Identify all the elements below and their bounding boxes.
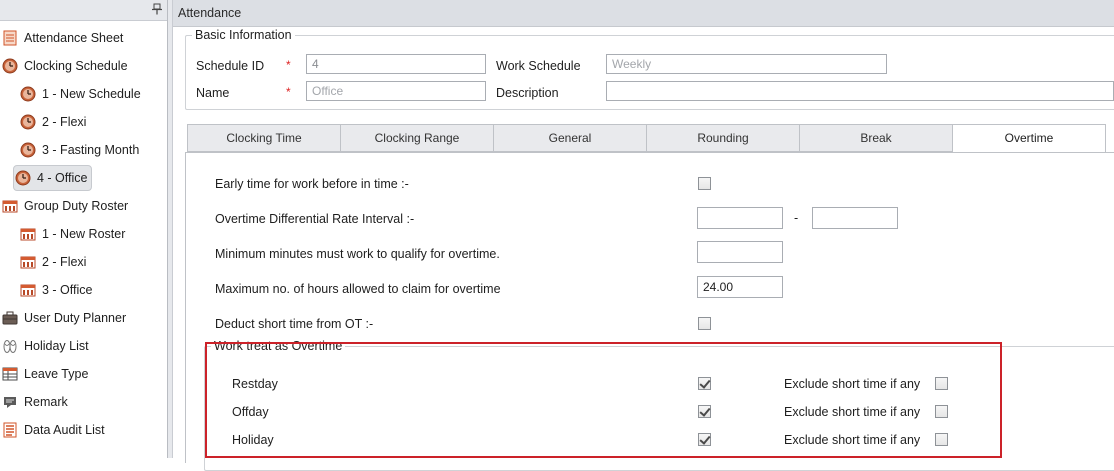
sidebar-item-label: Group Duty Roster (24, 199, 129, 213)
name-field[interactable] (306, 81, 486, 101)
exclude-short-time-label: Exclude short time if any (784, 377, 921, 391)
tab-overtime[interactable]: Overtime (952, 124, 1106, 153)
schedule-id-field[interactable] (306, 54, 486, 74)
clock-icon (20, 86, 36, 102)
sidebar-item-clocking-schedule[interactable]: Clocking Schedule (2, 53, 128, 79)
sidebar-item-group-duty-roster[interactable]: Group Duty Roster (2, 193, 128, 219)
sidebar-item-label: 2 - Flexi (42, 115, 87, 129)
sidebar-item-holiday-list[interactable]: Holiday List (2, 333, 89, 359)
maximum-hours-label: Maximum no. of hours allowed to claim fo… (215, 282, 501, 296)
restday-label: Restday (232, 377, 278, 391)
overtime-differential-label: Overtime Differential Rate Interval :- (215, 212, 415, 226)
minimum-minutes-field[interactable] (697, 241, 783, 263)
early-time-checkbox[interactable] (698, 177, 711, 190)
clock-icon (2, 58, 18, 74)
sidebar-header (0, 0, 167, 21)
overtime-tab-panel: Early time for work before in time :- Ov… (185, 152, 1114, 471)
sidebar-item-label: Attendance Sheet (24, 31, 124, 45)
required-indicator: * (286, 58, 291, 72)
sidebar-item-label: Leave Type (24, 367, 89, 381)
navigation-sidebar: Attendance Sheet Clocking Schedule 1 - N… (0, 0, 168, 458)
roster-icon (20, 284, 36, 297)
sidebar-item-new-schedule[interactable]: 1 - New Schedule (20, 81, 141, 107)
early-time-label: Early time for work before in time :- (215, 177, 409, 191)
sidebar-item-office-schedule[interactable]: 4 - Office (13, 165, 93, 191)
offday-checkbox[interactable] (698, 405, 711, 418)
work-schedule-label: Work Schedule (496, 59, 581, 73)
sidebar-item-label: Clocking Schedule (24, 59, 128, 73)
sidebar-item-label: 2 - Flexi (42, 255, 87, 269)
sidebar-item-new-roster[interactable]: 1 - New Roster (20, 221, 125, 247)
briefcase-icon (2, 311, 18, 325)
tab-rounding[interactable]: Rounding (646, 124, 800, 152)
work-treat-legend: Work treat as Overtime (214, 339, 343, 353)
holiday-label: Holiday (232, 433, 274, 447)
sidebar-item-leave-type[interactable]: Leave Type (2, 361, 88, 387)
holiday-exclude-checkbox[interactable] (935, 433, 948, 446)
tab-break[interactable]: Break (799, 124, 953, 152)
description-label: Description (496, 86, 559, 100)
sidebar-item-label: Data Audit List (24, 423, 105, 437)
clock-icon (15, 170, 31, 186)
pin-icon[interactable] (151, 3, 163, 15)
tab-general[interactable]: General (493, 124, 647, 152)
exclude-short-time-label: Exclude short time if any (784, 405, 921, 419)
deduct-short-time-label: Deduct short time from OT :- (215, 317, 374, 331)
roster-icon (20, 228, 36, 241)
work-schedule-field[interactable] (606, 54, 887, 74)
sidebar-item-label: Holiday List (24, 339, 89, 353)
work-treat-as-overtime-group: Work treat as Overtime (204, 339, 1114, 471)
basic-information-legend: Basic Information (195, 28, 292, 42)
restday-exclude-checkbox[interactable] (935, 377, 948, 390)
sidebar-item-office-roster[interactable]: 3 - Office (20, 277, 92, 303)
tab-clocking-range[interactable]: Clocking Range (340, 124, 494, 152)
required-indicator: * (286, 85, 291, 99)
sidebar-item-attendance-sheet[interactable]: Attendance Sheet (2, 25, 123, 51)
sidebar-item-label: 3 - Fasting Month (42, 143, 140, 157)
roster-icon (20, 256, 36, 269)
differential-from-field[interactable] (697, 207, 783, 229)
tab-clocking-time[interactable]: Clocking Time (187, 124, 341, 152)
sidebar-item-data-audit-list[interactable]: Data Audit List (2, 417, 105, 443)
sidebar-item-flexi-roster[interactable]: 2 - Flexi (20, 249, 86, 275)
name-label: Name (196, 86, 230, 100)
comment-icon (4, 397, 16, 408)
sidebar-item-label: 1 - New Roster (42, 227, 126, 241)
clock-icon (20, 142, 36, 158)
exclude-short-time-label: Exclude short time if any (784, 433, 921, 447)
description-field[interactable] (606, 81, 1114, 101)
maximum-hours-field[interactable] (697, 276, 783, 298)
sidebar-item-user-duty-planner[interactable]: User Duty Planner (2, 305, 126, 331)
restday-checkbox[interactable] (698, 377, 711, 390)
deduct-short-time-checkbox[interactable] (698, 317, 711, 330)
sidebar-item-fasting-month[interactable]: 3 - Fasting Month (20, 137, 139, 163)
minimum-minutes-label: Minimum minutes must work to qualify for… (215, 247, 500, 261)
clock-icon (20, 114, 36, 130)
offday-label: Offday (232, 405, 269, 419)
audit-list-icon (3, 422, 17, 438)
offday-exclude-checkbox[interactable] (935, 405, 948, 418)
sidebar-item-label: 3 - Office (42, 283, 93, 297)
schedule-id-label: Schedule ID (196, 59, 265, 73)
sidebar-item-remark[interactable]: Remark (2, 389, 68, 415)
roster-icon (2, 200, 18, 213)
differential-to-field[interactable] (812, 207, 898, 229)
main-panel: Attendance Basic Information Schedule ID… (173, 0, 1114, 471)
sidebar-item-label: 4 - Office (37, 171, 88, 185)
sidebar-item-label: 1 - New Schedule (42, 87, 141, 101)
attendance-sheet-icon (3, 30, 17, 46)
sidebar-item-flexi-schedule[interactable]: 2 - Flexi (20, 109, 86, 135)
sidebar-item-label: User Duty Planner (24, 311, 127, 325)
table-icon (2, 367, 18, 381)
sidebar-item-label: Remark (24, 395, 68, 409)
settings-tabs: Clocking Time Clocking Range General Rou… (187, 124, 1113, 153)
holiday-checkbox[interactable] (698, 433, 711, 446)
range-separator: - (794, 211, 799, 225)
panel-title: Attendance (173, 0, 1114, 27)
sandals-icon (3, 340, 17, 353)
